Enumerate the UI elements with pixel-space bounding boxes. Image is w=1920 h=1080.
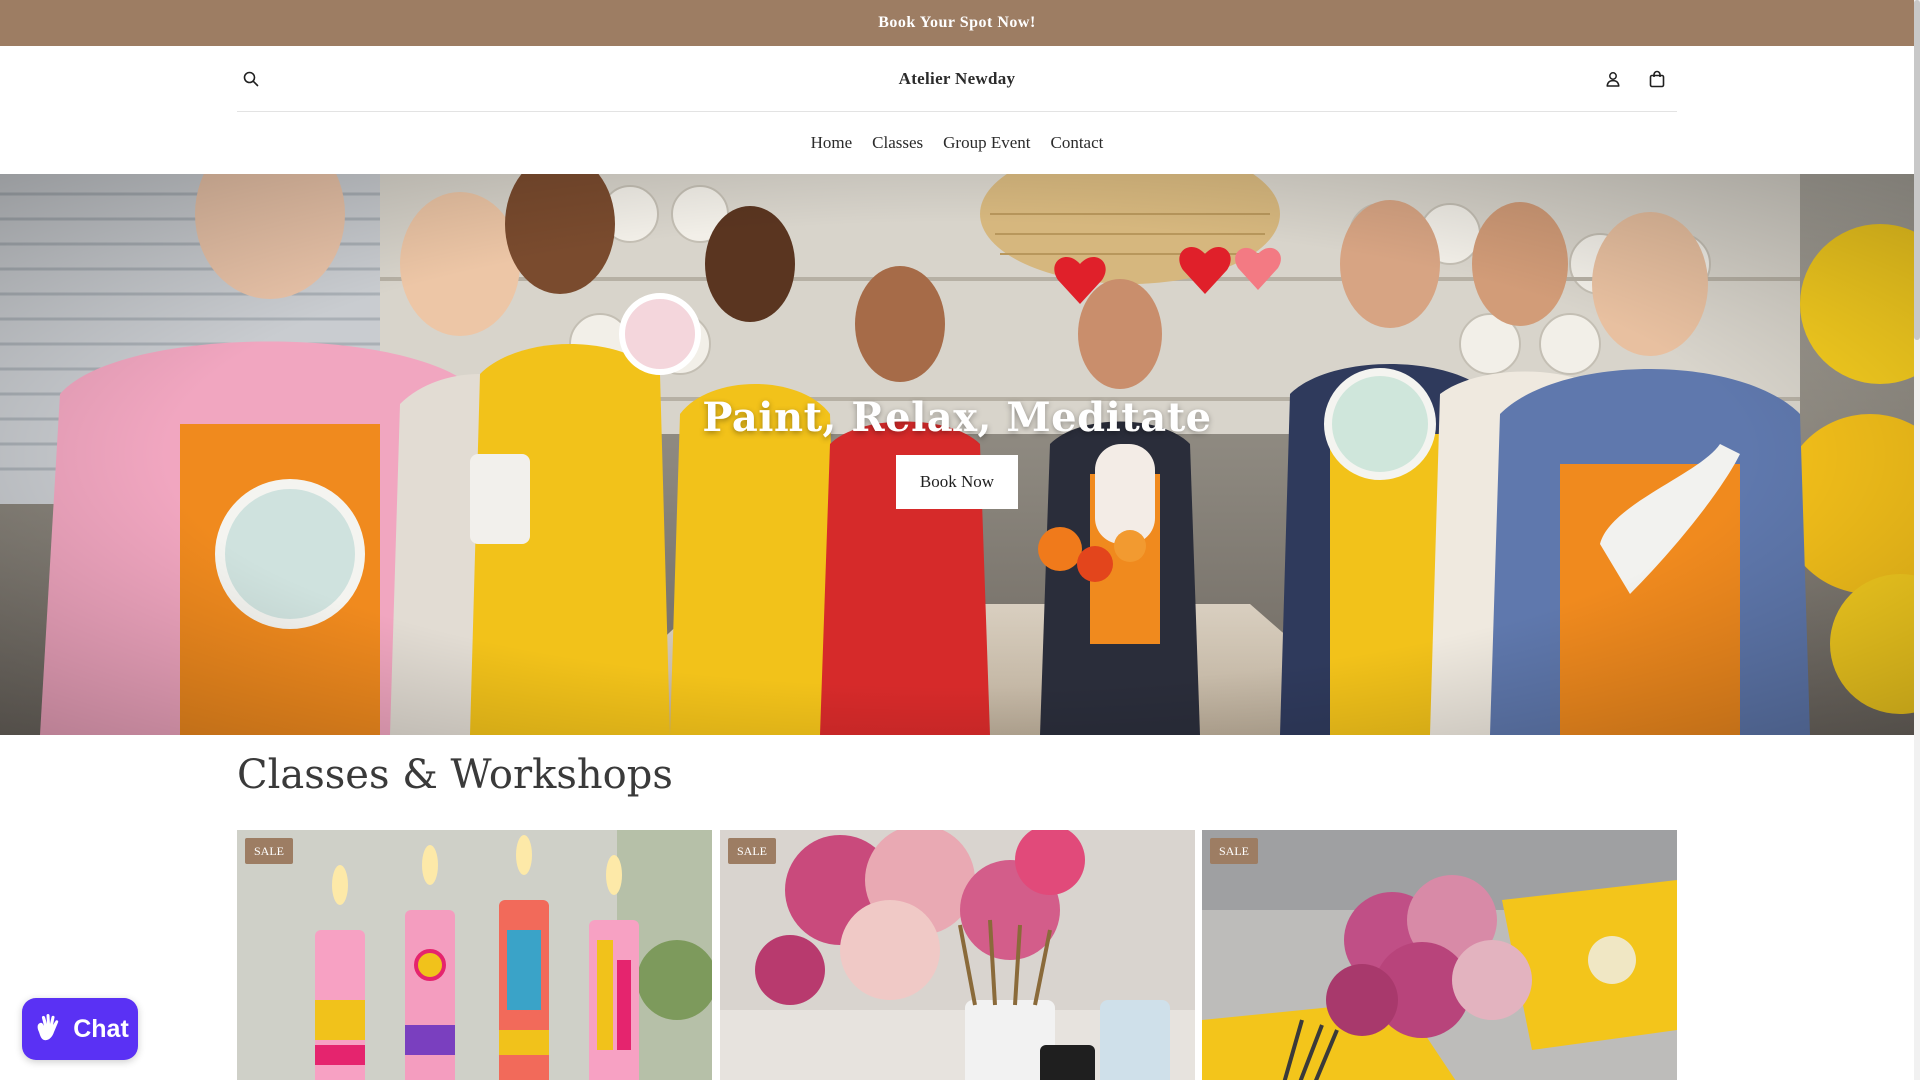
chat-hand-icon [37, 1014, 59, 1041]
search-icon [243, 71, 259, 87]
hero-banner: Paint, Relax, Meditate Book Now [0, 174, 1914, 735]
nav-item-contact[interactable]: Contact [1051, 133, 1104, 153]
announcement-text[interactable]: Book Your Spot Now! [878, 14, 1036, 32]
account-button[interactable] [1599, 65, 1627, 93]
product-card[interactable]: SALE [1202, 830, 1677, 1080]
announcement-bar[interactable]: Book Your Spot Now! [0, 0, 1914, 46]
brand-logo-text[interactable]: Atelier Newday [899, 69, 1016, 89]
sale-badge: SALE [245, 838, 293, 864]
cart-icon [1649, 70, 1665, 88]
brand-wrapper: Atelier Newday [237, 46, 1677, 112]
sale-badge: SALE [728, 838, 776, 864]
sale-badge: SALE [1210, 838, 1258, 864]
product-card[interactable]: SALE [720, 830, 1195, 1080]
account-icon [1606, 72, 1620, 87]
section-title[interactable]: Classes & Workshops [237, 752, 673, 798]
scrollbar-thumb[interactable] [1914, 0, 1920, 340]
nav-item-classes[interactable]: Classes [872, 133, 923, 153]
product-grid: SALE SALE SALE [237, 830, 1677, 1080]
header-bar: Atelier Newday [237, 46, 1677, 112]
hero-title: Paint, Relax, Meditate [702, 394, 1212, 441]
page: Book Your Spot Now! Atelier Newday Home … [0, 0, 1920, 1080]
book-now-button[interactable]: Book Now [896, 455, 1018, 509]
product-image-hydrangea [1202, 830, 1677, 1080]
search-button[interactable] [237, 65, 265, 93]
product-image-candles [237, 830, 712, 1080]
chat-button[interactable]: Chat [22, 998, 138, 1060]
main-nav: Home Classes Group Event Contact [0, 112, 1914, 174]
nav-item-group-event[interactable]: Group Event [943, 133, 1030, 153]
nav-item-home[interactable]: Home [811, 133, 853, 153]
cart-button[interactable] [1643, 65, 1671, 93]
chat-label: Chat [73, 1014, 129, 1043]
site-header: Atelier Newday Home Classes Group Event … [0, 46, 1914, 174]
product-card[interactable]: SALE [237, 830, 712, 1080]
scrollbar[interactable] [1914, 0, 1920, 1080]
product-image-flowers [720, 830, 1195, 1080]
